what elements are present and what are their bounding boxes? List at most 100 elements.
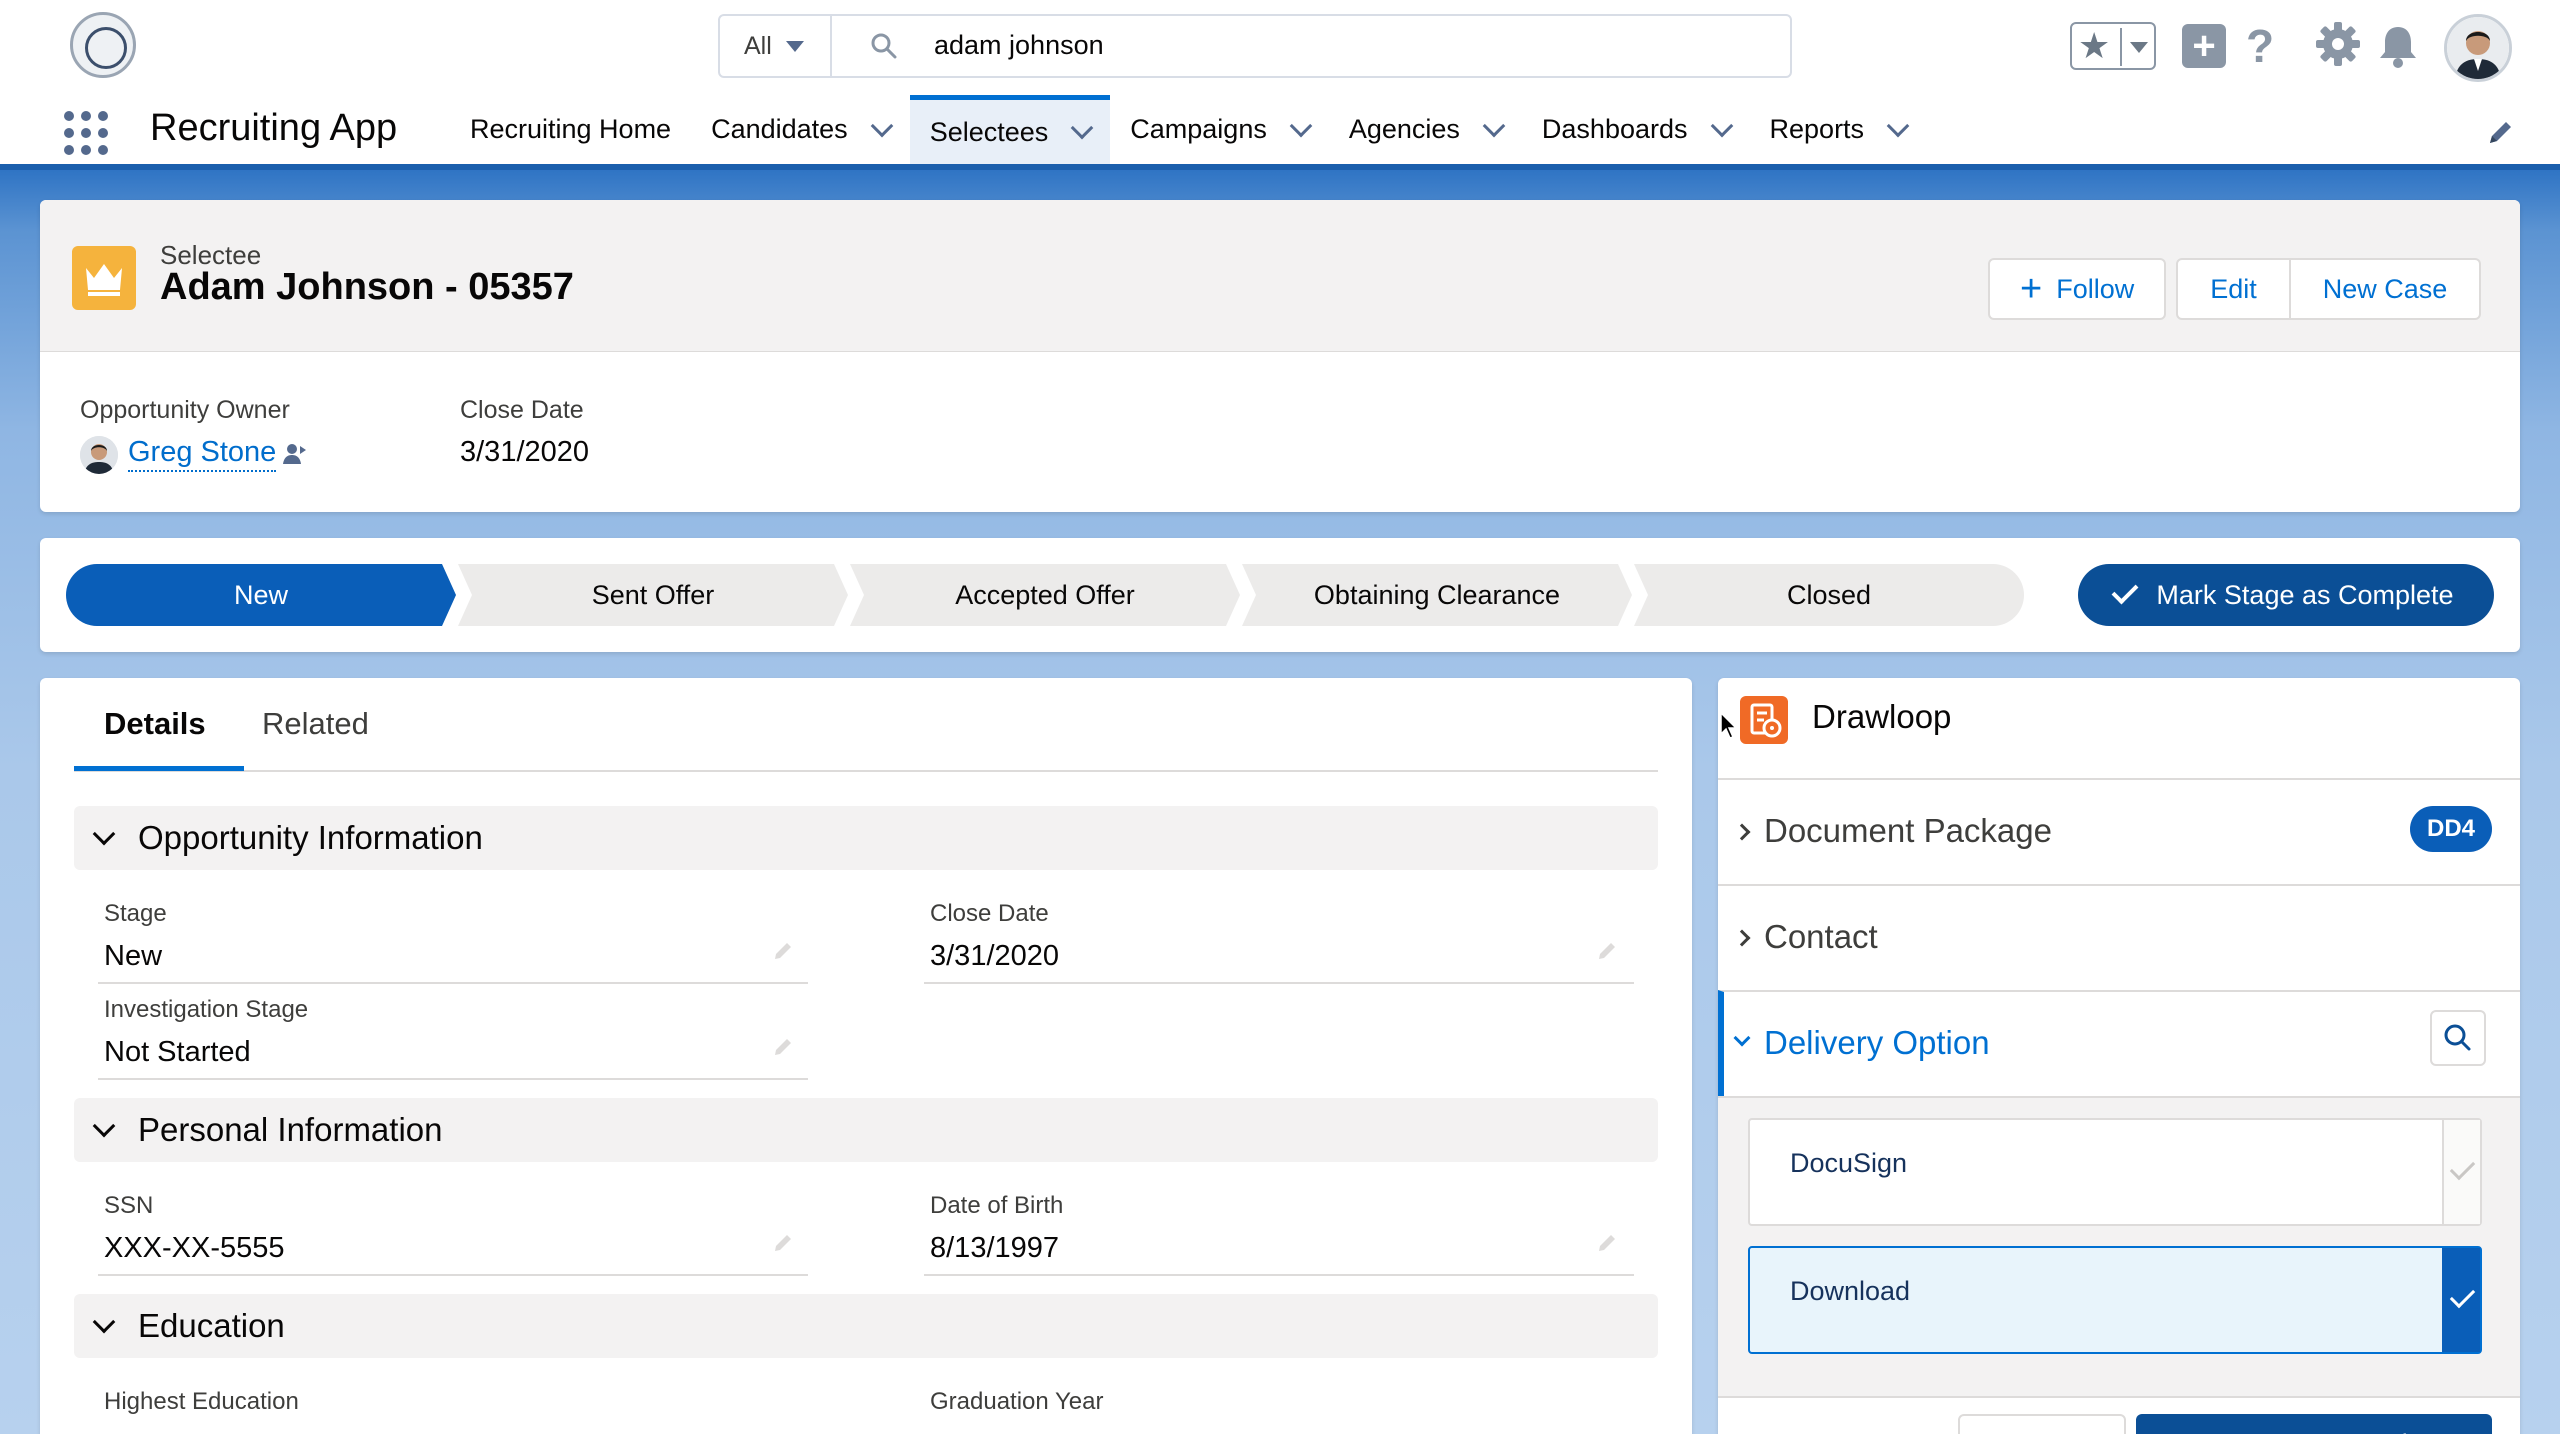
notification-bell-icon[interactable] bbox=[2378, 24, 2418, 68]
field-label-ssn: SSN bbox=[104, 1192, 154, 1219]
nav-item-selectees[interactable]: Selectees bbox=[909, 95, 1111, 164]
chevron-down-icon[interactable] bbox=[1886, 114, 1910, 137]
delivery-options-list: DocuSign Download bbox=[1718, 1096, 2520, 1396]
field-value-stage: New bbox=[104, 940, 163, 972]
document-package-badge: DD4 bbox=[2410, 806, 2492, 852]
close-date-label: Close Date bbox=[460, 396, 584, 424]
tab-related[interactable]: Related bbox=[262, 706, 369, 742]
crown-icon bbox=[72, 246, 136, 310]
path-step-new[interactable]: New bbox=[66, 564, 456, 626]
chevron-down-icon[interactable] bbox=[1710, 114, 1733, 137]
tab-details[interactable]: Details bbox=[104, 706, 206, 742]
field-value-close-date: 3/31/2020 bbox=[930, 940, 1060, 972]
path-step-accepted-offer[interactable]: Accepted Offer bbox=[850, 564, 1240, 626]
edit-nav-pencil-icon[interactable] bbox=[2486, 117, 2516, 147]
nav-item-recruiting-home[interactable]: Recruiting Home bbox=[450, 95, 691, 164]
path-card: New Sent Offer Accepted Offer Obtaining … bbox=[40, 538, 2520, 652]
search-icon bbox=[871, 33, 897, 59]
global-header: All adam johnson ★ + ? bbox=[0, 0, 2560, 95]
field-label-highest-education: Highest Education bbox=[104, 1388, 299, 1415]
owner-link[interactable]: Greg Stone bbox=[128, 434, 277, 472]
chevron-down-icon[interactable] bbox=[1070, 116, 1094, 140]
new-case-button[interactable]: New Case bbox=[2290, 258, 2482, 320]
caret-down-icon bbox=[785, 40, 804, 52]
section-education[interactable]: Education bbox=[74, 1294, 1658, 1358]
check-icon bbox=[2442, 1120, 2480, 1224]
check-icon bbox=[2442, 1248, 2480, 1352]
field-value-date-of-birth: 8/13/1997 bbox=[930, 1232, 1060, 1264]
drawloop-document-icon bbox=[1740, 696, 1788, 744]
chevron-right-icon bbox=[1733, 929, 1751, 947]
drawloop-card: Drawloop Document Package DD4 Contact De… bbox=[1718, 678, 2520, 1434]
star-icon: ★ bbox=[2078, 25, 2111, 66]
nav-item-agencies[interactable]: Agencies bbox=[1329, 95, 1522, 164]
run-document-package-button[interactable]: Run Document Package bbox=[2136, 1414, 2492, 1434]
nav-items: Recruiting Home Candidates Selectees Cam… bbox=[450, 95, 1926, 164]
record-tabs: Details Related bbox=[74, 678, 1658, 772]
record-actions: + Follow Edit New Case bbox=[1988, 258, 2482, 320]
close-date-value: 3/31/2020 bbox=[460, 436, 590, 468]
mark-stage-complete-button[interactable]: Mark Stage as Complete bbox=[2078, 564, 2494, 626]
edit-pencil-icon[interactable] bbox=[772, 1036, 794, 1058]
section-opportunity-information[interactable]: Opportunity Information bbox=[74, 806, 1658, 870]
field-value-ssn: XXX-XX-5555 bbox=[104, 1232, 285, 1264]
chevron-down-icon bbox=[92, 1310, 116, 1334]
follow-button[interactable]: + Follow bbox=[1988, 258, 2167, 320]
record-header-card: Selectee Adam Johnson - 05357 + Follow E… bbox=[40, 200, 2520, 512]
owner-label: Opportunity Owner bbox=[80, 396, 290, 424]
edit-pencil-icon[interactable] bbox=[1596, 1232, 1618, 1254]
search-input[interactable]: adam johnson bbox=[934, 30, 1104, 61]
edit-pencil-icon[interactable] bbox=[1596, 940, 1618, 962]
run-test-button[interactable]: Run Test bbox=[1958, 1414, 2126, 1434]
field-label-investigation-stage: Investigation Stage bbox=[104, 996, 309, 1023]
chevron-down-icon[interactable] bbox=[1289, 114, 1313, 137]
field-value-investigation-stage: Not Started bbox=[104, 1036, 251, 1068]
chevron-down-icon[interactable] bbox=[870, 114, 894, 137]
search-scope-label: All bbox=[744, 31, 772, 60]
nav-item-dashboards[interactable]: Dashboards bbox=[1522, 95, 1750, 164]
delivery-search-button[interactable] bbox=[2430, 1010, 2486, 1066]
help-question-icon[interactable]: ? bbox=[2246, 18, 2274, 74]
chevron-right-icon bbox=[1733, 823, 1751, 841]
drawloop-title: Drawloop bbox=[1812, 698, 1952, 735]
nav-item-candidates[interactable]: Candidates bbox=[691, 95, 910, 164]
change-owner-icon[interactable] bbox=[280, 440, 308, 468]
user-avatar[interactable] bbox=[2444, 14, 2512, 82]
search-icon bbox=[2444, 1024, 2471, 1051]
path-step-sent-offer[interactable]: Sent Offer bbox=[458, 564, 848, 626]
user-photo-icon bbox=[2447, 17, 2509, 79]
delivery-option-download[interactable]: Download bbox=[1748, 1246, 2482, 1354]
path-step-obtaining-clearance[interactable]: Obtaining Clearance bbox=[1242, 564, 1632, 626]
edit-button[interactable]: Edit bbox=[2176, 258, 2291, 320]
section-personal-information[interactable]: Personal Information bbox=[74, 1098, 1658, 1162]
plus-icon: + bbox=[2020, 268, 2043, 310]
nav-item-reports[interactable]: Reports bbox=[1750, 95, 1927, 164]
global-actions-plus-icon[interactable]: + bbox=[2182, 24, 2226, 68]
chevron-down-icon[interactable] bbox=[1482, 114, 1506, 137]
chevron-down-icon bbox=[92, 822, 116, 846]
app-launcher-icon[interactable] bbox=[64, 111, 108, 155]
field-label-stage: Stage bbox=[104, 900, 167, 927]
edit-pencil-icon[interactable] bbox=[772, 1232, 794, 1254]
field-label-close-date: Close Date bbox=[930, 900, 1049, 927]
org-seal-logo[interactable] bbox=[70, 12, 136, 78]
path-step-closed[interactable]: Closed bbox=[1634, 564, 2024, 626]
nav-item-campaigns[interactable]: Campaigns bbox=[1110, 95, 1329, 164]
app-navigation-bar: Recruiting App Recruiting Home Candidate… bbox=[0, 95, 2560, 170]
contact-row[interactable]: Contact bbox=[1718, 884, 2520, 990]
edit-pencil-icon[interactable] bbox=[772, 940, 794, 962]
gear-icon[interactable] bbox=[2314, 20, 2362, 68]
field-label-graduation-year: Graduation Year bbox=[930, 1388, 1104, 1415]
favorites-button[interactable]: ★ bbox=[2070, 22, 2156, 70]
drawloop-footer: Run Test Run Document Package bbox=[1718, 1396, 2520, 1434]
delivery-option-docusign[interactable]: DocuSign bbox=[1748, 1118, 2482, 1226]
document-package-row[interactable]: Document Package DD4 bbox=[1718, 778, 2520, 884]
caret-down-icon[interactable] bbox=[2130, 42, 2148, 53]
search-scope-dropdown[interactable]: All bbox=[720, 16, 832, 76]
global-search: All adam johnson bbox=[718, 14, 1792, 78]
delivery-option-row[interactable]: Delivery Option bbox=[1718, 990, 2520, 1096]
record-title: Adam Johnson - 05357 bbox=[160, 266, 574, 308]
field-label-date-of-birth: Date of Birth bbox=[930, 1192, 1064, 1219]
app-name: Recruiting App bbox=[150, 107, 398, 149]
mouse-cursor-icon bbox=[1720, 712, 1738, 739]
